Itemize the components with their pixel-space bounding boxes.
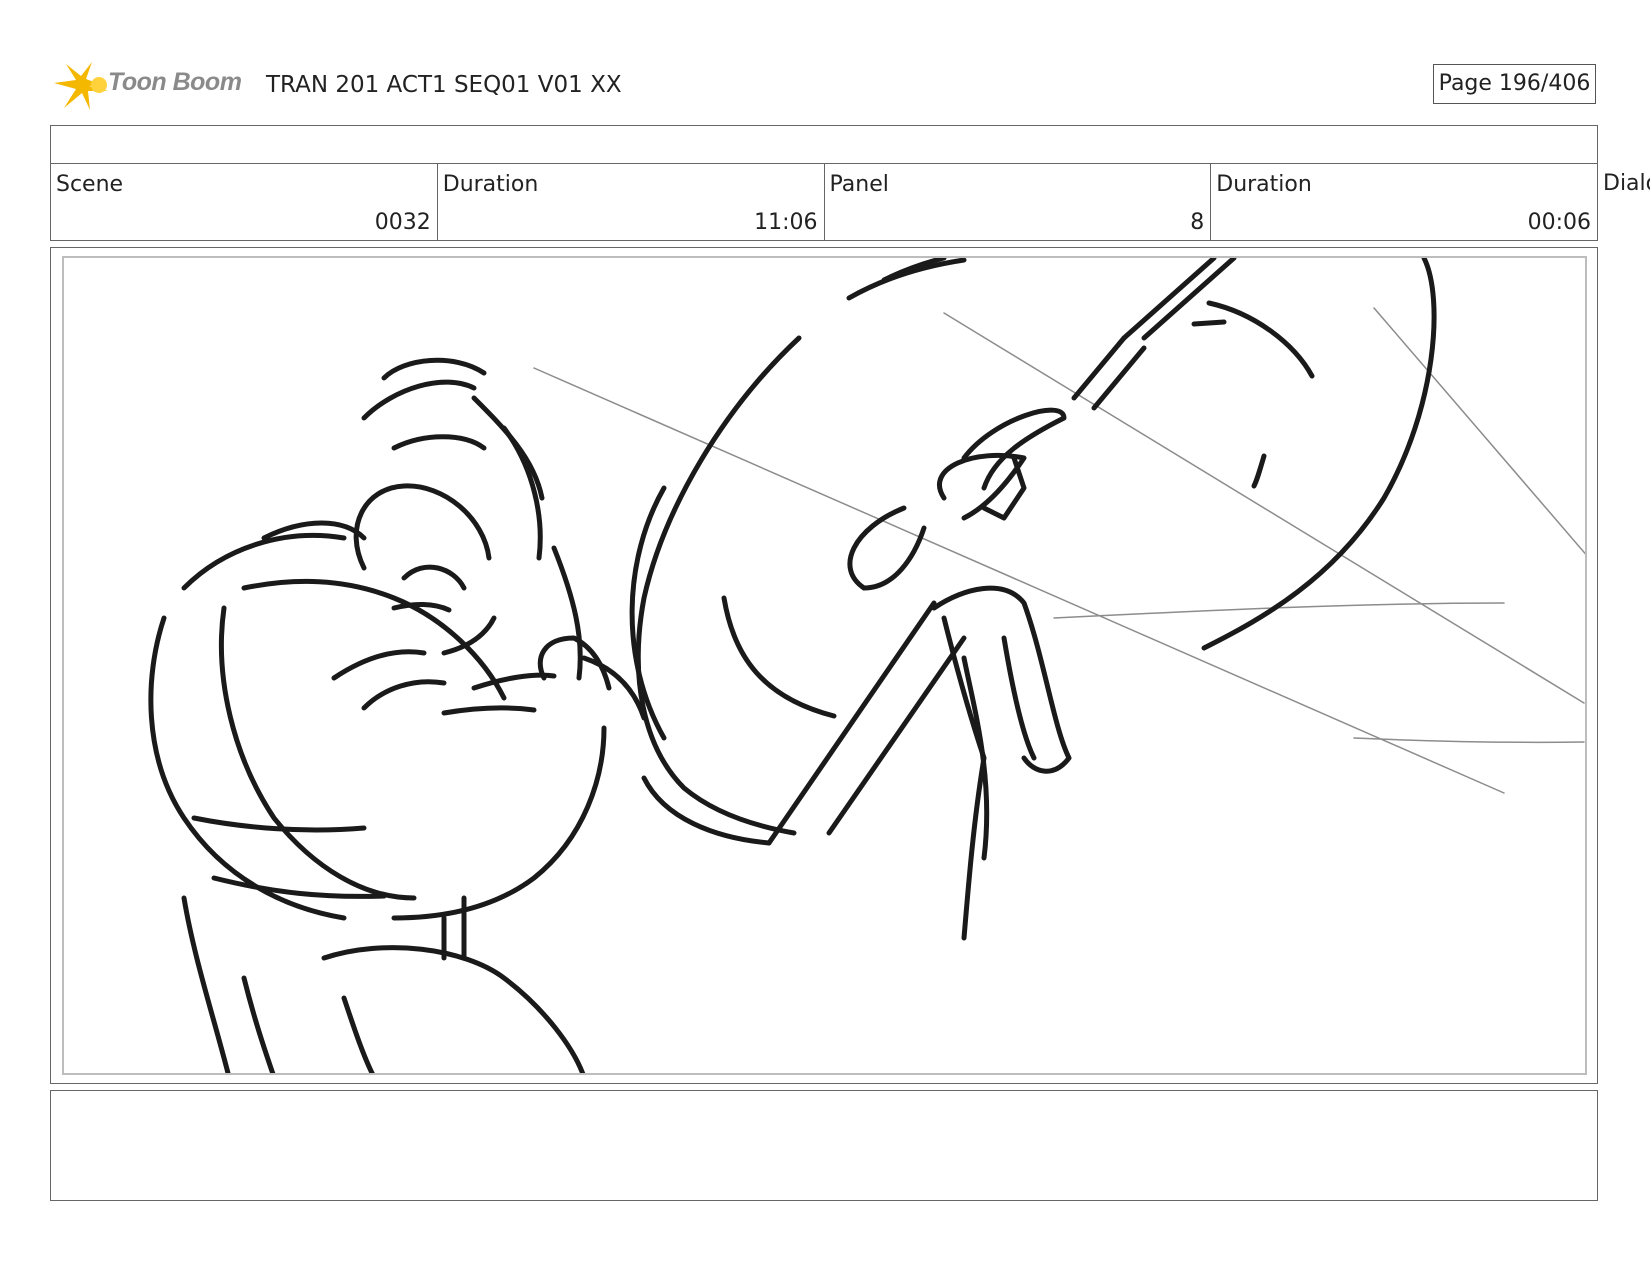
panel-notes-box xyxy=(50,1090,1598,1201)
panel-duration-label: Duration xyxy=(1216,172,1312,197)
scene-info-row: Scene 0032 Duration 11:06 Panel 8 Durati… xyxy=(50,163,1598,241)
scene-duration-cell: Duration 11:06 xyxy=(438,164,825,240)
scene-value: 0032 xyxy=(374,210,431,235)
scene-duration-value: 11:06 xyxy=(754,210,818,235)
toon-boom-star-icon xyxy=(54,62,108,110)
dialog-label: Dialog xyxy=(1603,171,1650,196)
panel-label: Panel xyxy=(829,172,889,197)
storyboard-panel-image xyxy=(62,256,1587,1075)
panel-duration-cell: Duration 00:06 xyxy=(1211,164,1597,240)
toon-boom-logo: Toon Boom xyxy=(52,58,252,112)
document-title: TRAN 201 ACT1 SEQ01 V01 XX xyxy=(266,72,622,98)
scene-cell: Scene 0032 xyxy=(51,164,438,240)
panel-duration-value: 00:06 xyxy=(1527,210,1591,235)
sketch-lines xyxy=(148,258,1437,1073)
sketch-drawing xyxy=(148,258,1585,1073)
panel-value: 8 xyxy=(1190,210,1205,235)
scene-label: Scene xyxy=(56,172,124,197)
panel-cell: Panel 8 xyxy=(825,164,1212,240)
header-blank-strip xyxy=(50,125,1598,163)
logo-wordmark: Toon Boom xyxy=(108,68,242,96)
storyboard-panel-frame xyxy=(50,247,1598,1084)
scene-duration-label: Duration xyxy=(442,172,539,197)
page-number: Page 196/406 xyxy=(1433,64,1596,104)
